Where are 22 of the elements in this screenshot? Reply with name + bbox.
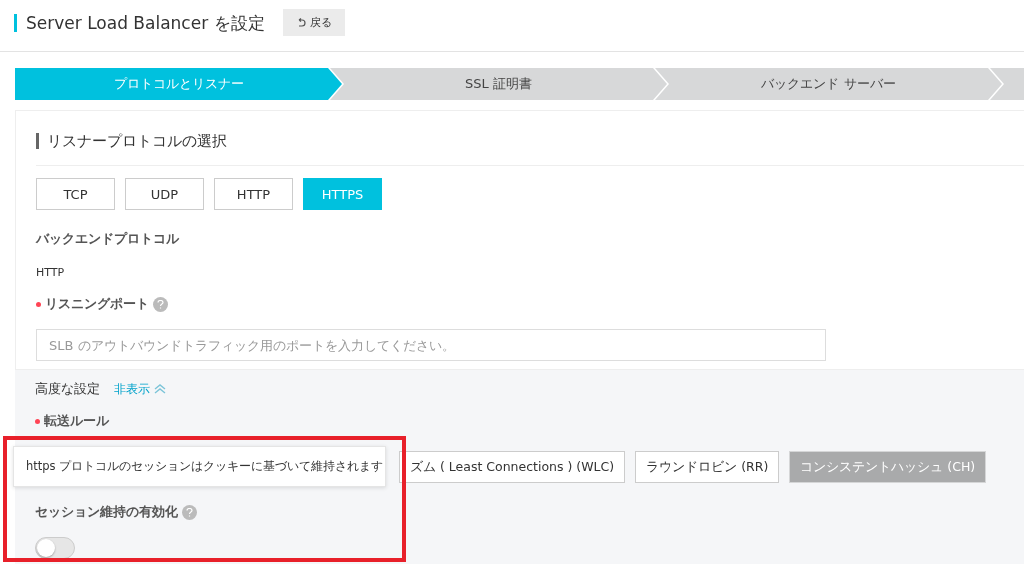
protocol-button[interactable]: UDP	[125, 178, 204, 210]
algorithm-button[interactable]: ラウンドロビン (RR)	[635, 451, 780, 483]
field-label: バックエンドプロトコル	[36, 230, 180, 248]
section-label: 高度な設定	[35, 380, 100, 398]
field-label: セッション維持の有効化	[35, 503, 178, 521]
field-label: 転送ルール	[44, 412, 109, 430]
tooltip: https プロトコルのセッションはクッキーに基づいて維持されます	[13, 446, 386, 487]
page-title: Server Load Balancer を設定	[14, 13, 265, 32]
port-input-field[interactable]: SLB のアウトバウンドトラフィック用のポートを入力してください。	[36, 329, 826, 361]
back-button[interactable]: 戻る	[282, 9, 345, 36]
help-icon[interactable]	[182, 504, 197, 520]
wizard-step[interactable]: SSL 証明書	[330, 68, 667, 100]
wizard-step[interactable]: バックエンド サーバー	[655, 68, 1002, 100]
algorithm-button[interactable]: ズム ( Least Connections ) (WLC)	[399, 451, 626, 483]
session-toggle[interactable]	[35, 537, 75, 559]
protocol-button[interactable]: TCP	[36, 178, 115, 210]
field-value: HTTP	[36, 266, 66, 279]
field-label: リスニングポート	[45, 295, 149, 313]
help-icon[interactable]	[153, 296, 168, 312]
protocol-button[interactable]: HTTP	[214, 178, 293, 210]
chevron-up-icon	[154, 384, 166, 394]
section-title: リスナープロトコルの選択	[36, 133, 1024, 149]
